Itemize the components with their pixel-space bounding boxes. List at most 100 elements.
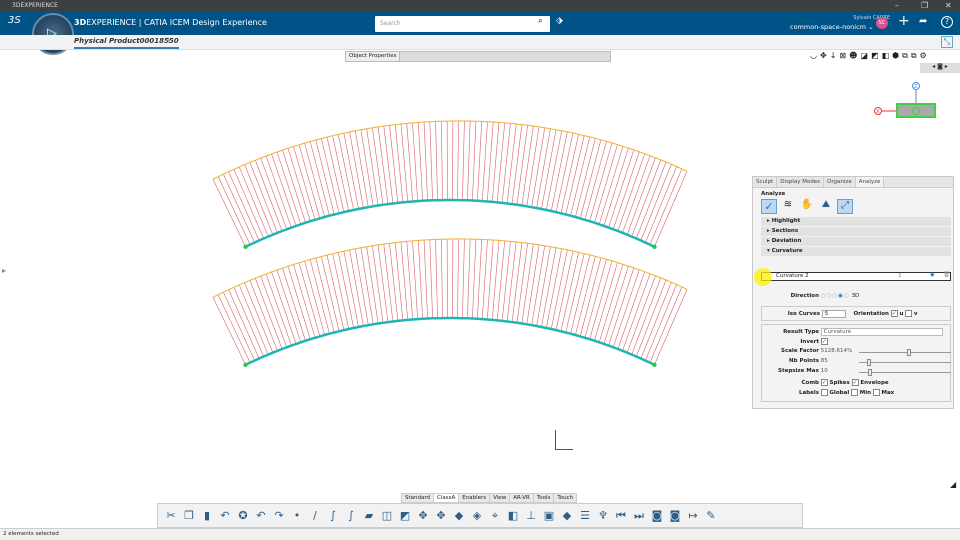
comb-spike [271,153,297,226]
cut-icon[interactable]: ✂ [164,509,178,523]
deviation-icon[interactable]: ⛰ [818,199,834,214]
snapshot-icon[interactable]: ◙ [650,509,664,523]
tab-ar-vr[interactable]: AR-VR [509,493,534,503]
diamond-icon[interactable]: ◆ [560,509,574,523]
tab-display-modes[interactable]: Display Modes [777,177,825,187]
tab-enablers[interactable]: Enablers [458,493,491,503]
comb-spike [255,160,283,232]
comb-spike [223,174,255,243]
comb-spike [249,162,278,233]
camera-icon[interactable]: ◙ [668,509,682,523]
spikes-checkbox[interactable]: ✓ [820,379,828,386]
resize-handle-icon[interactable]: ◢ [950,480,956,489]
tab-standard[interactable]: Standard [401,493,435,503]
invert-checkbox[interactable]: ✓ [820,338,828,345]
untrim-icon[interactable]: ✥ [434,509,448,523]
expand-left-icon[interactable]: ▸ [2,266,6,275]
line-icon[interactable]: / [308,509,322,523]
surface-icon[interactable]: ▰ [362,509,376,523]
analysis-icon[interactable]: ♆ [596,509,610,523]
label-icon[interactable]: ▣ [542,509,556,523]
fillet-icon[interactable]: ◩ [398,509,412,523]
forward-icon[interactable]: ⏭ [632,509,646,523]
invert-label: Invert [800,339,819,345]
highlight-icon[interactable]: ✋ [799,199,815,214]
net-surface-icon[interactable]: ◫ [380,509,394,523]
project-icon[interactable]: ⌖ [488,509,502,523]
measure-icon[interactable]: ⊥ [524,509,538,523]
point-icon[interactable]: • [290,509,304,523]
rewind-icon[interactable]: ⏮ [614,509,628,523]
comb-spike [441,121,443,201]
trim-icon[interactable]: ✥ [416,509,430,523]
comb-spike [640,164,672,241]
envelope-checkbox[interactable]: ✓ [851,379,859,386]
orient-u-checkbox[interactable]: ✓ [890,310,898,317]
section-sections[interactable]: ▸ Sections [761,227,951,236]
move-icon[interactable]: ↦ [686,509,700,523]
max-checkbox[interactable] [872,389,880,396]
comb-spike [491,122,500,202]
comb-spike [441,239,443,319]
comb-spike [383,126,394,204]
comb-spike [354,248,369,326]
stepsize-slider[interactable] [859,369,951,376]
copy-icon[interactable]: ❐ [182,509,196,523]
result-type-select[interactable]: Curvature [820,328,943,336]
sections-icon[interactable]: ≋ [780,199,796,214]
comb-spike [377,126,389,205]
edit-icon[interactable]: ✎ [704,509,718,523]
nb-points-slider[interactable] [859,359,951,366]
direction-radios[interactable]: ○○○◉○ [821,293,850,299]
comb-spike [238,284,269,355]
undo-menu-icon[interactable]: ↶ [218,509,232,523]
curve-icon[interactable]: ∫ [326,509,340,523]
comb-spike [435,121,438,201]
section-curvature[interactable]: ▾ Curvature [761,247,951,256]
comb-spike [287,148,311,222]
paste-icon[interactable]: ▮ [200,509,214,523]
extend-icon[interactable]: ◆ [452,509,466,523]
undo-icon[interactable]: ↶ [254,509,268,523]
visibility-icon[interactable]: ◉ [930,272,935,278]
tab-sculpt[interactable]: Sculpt [753,177,778,187]
tab-analyze[interactable]: Analyze [855,177,885,187]
tab-organize[interactable]: Organize [824,177,856,187]
check-icon[interactable]: ✓ [761,199,777,214]
orient-v-checkbox[interactable] [905,310,913,317]
delete-icon[interactable]: 🗑 [943,272,950,278]
comb-spike [536,128,551,209]
tab-touch[interactable]: Touch [553,493,578,503]
comb-spike [584,141,607,220]
curve-endpoint [243,362,248,367]
curvature-icon[interactable]: ⤢ [837,199,853,214]
table-icon[interactable]: ☰ [578,509,592,523]
redo-icon[interactable]: ↷ [272,509,286,523]
comb-spike [406,123,414,202]
tab-classa[interactable]: ClassA [433,493,460,503]
min-checkbox[interactable] [850,389,858,396]
iso-curves-stepper[interactable]: 5 [821,310,846,318]
offset-icon[interactable]: ◈ [470,509,484,523]
shape-icon[interactable]: ◧ [506,509,520,523]
comb-spike [298,262,321,337]
section-deviation[interactable]: ▸ Deviation [761,237,951,246]
comb-spike [486,239,494,320]
tab-tools[interactable]: Tools [532,493,555,503]
update-icon[interactable]: ✪ [236,509,250,523]
comb-spike [631,277,662,355]
curvature-list-item[interactable]: Curvature 2 2 ◉ 🗑 [761,272,951,281]
tab-view[interactable]: View [489,493,511,503]
comb-spike [276,269,302,343]
comb-spike [321,256,340,332]
comb-spike [233,287,264,357]
stepsize-value: 10 [820,368,828,374]
spline-icon[interactable]: ∫ [344,509,358,523]
comb-spike [570,254,591,334]
global-checkbox[interactable] [820,389,828,396]
comb-spike [457,238,459,319]
scale-factor-slider[interactable] [859,349,951,356]
comb-spike [521,244,534,324]
comb-spike [579,139,602,219]
section-highlight[interactable]: ▸ Highlight [761,217,951,226]
